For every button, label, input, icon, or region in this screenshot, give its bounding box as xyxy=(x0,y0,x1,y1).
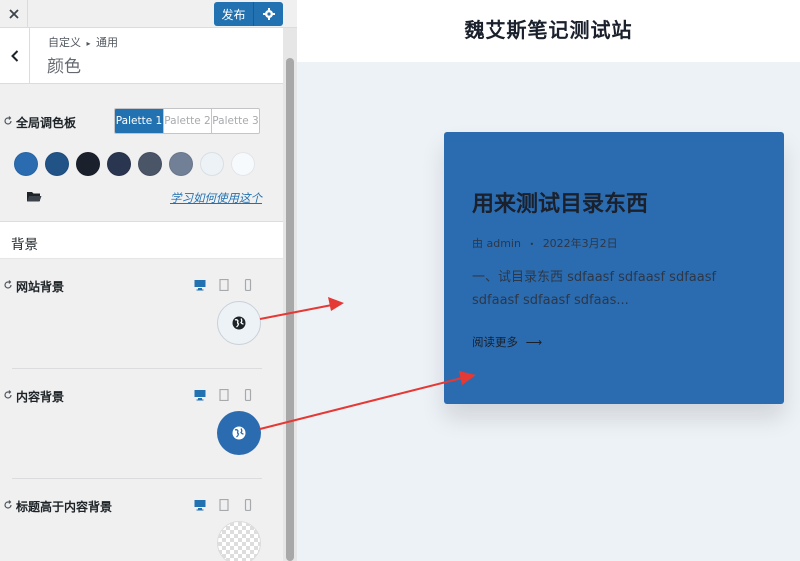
reset-icon[interactable] xyxy=(3,500,13,510)
scrollbar-thumb[interactable] xyxy=(286,58,294,561)
post-excerpt: 一、试目录东西 sdfaasf sdfaasf sdfaasf sdfaasf … xyxy=(472,270,717,308)
publish-group: 发布 xyxy=(214,2,283,26)
sidebar-scrollbar[interactable] xyxy=(283,28,297,561)
breadcrumb-separator: ▸ xyxy=(86,39,91,48)
palette-tab-1[interactable]: Palette 1 xyxy=(115,109,163,133)
section-title: 颜色 xyxy=(47,57,81,77)
palette-tabs: Palette 1 Palette 2 Palette 3 xyxy=(114,108,260,134)
swatch-2[interactable] xyxy=(45,152,69,176)
content-background-label: 内容背景 xyxy=(16,390,65,404)
breadcrumb-child: 通用 xyxy=(96,36,119,49)
desktop-icon[interactable] xyxy=(194,389,206,401)
back-button[interactable] xyxy=(0,28,30,84)
tablet-icon[interactable] xyxy=(218,279,230,291)
breadcrumb-parent: 自定义 xyxy=(48,36,81,49)
post-card: 用来测试目录东西 由 admin • 2022年3月2日 一、试目录东西 sdf… xyxy=(444,132,784,404)
publish-button[interactable]: 发布 xyxy=(214,2,254,26)
site-title[interactable]: 魏艾斯笔记测试站 xyxy=(297,14,800,43)
swatch-3[interactable] xyxy=(76,152,100,176)
customizer-topbar: 发布 xyxy=(0,0,297,28)
tablet-icon[interactable] xyxy=(218,499,230,511)
post-date[interactable]: 2022年3月2日 xyxy=(543,237,618,250)
title-above-content-background-label: 标题高于内容背景 xyxy=(16,500,113,514)
globe-icon xyxy=(232,426,246,440)
background-group-header: 背景 xyxy=(0,221,283,259)
palette-tab-2[interactable]: Palette 2 xyxy=(163,109,211,133)
customizer-sidebar: 发布 自定义 ▸ 通用 颜色 全局调色板 Palette 1 Palette 2… xyxy=(0,0,297,561)
palette-swatches xyxy=(14,152,255,176)
breadcrumb: 自定义 ▸ 通用 xyxy=(48,34,118,50)
mobile-icon[interactable] xyxy=(242,499,254,511)
reset-icon[interactable] xyxy=(3,280,13,290)
divider xyxy=(12,368,262,369)
site-background-label: 网站背景 xyxy=(16,280,65,294)
swatch-7[interactable] xyxy=(200,152,224,176)
publish-settings-button[interactable] xyxy=(254,2,283,26)
mobile-icon[interactable] xyxy=(242,389,254,401)
swatch-8[interactable] xyxy=(231,152,255,176)
section-header: 自定义 ▸ 通用 颜色 xyxy=(0,28,283,84)
globe-icon xyxy=(232,316,246,330)
post-title[interactable]: 用来测试目录东西 xyxy=(472,186,648,218)
site-header: 魏艾斯笔记测试站 xyxy=(297,0,800,62)
gear-icon xyxy=(262,8,275,20)
learn-palette-link[interactable]: 学习如何使用这个 xyxy=(170,190,262,206)
site-background-picker[interactable] xyxy=(217,301,261,345)
site-preview: 魏艾斯笔记测试站 用来测试目录东西 由 admin • 2022年3月2日 一、… xyxy=(297,0,800,561)
swatch-4[interactable] xyxy=(107,152,131,176)
global-palette-label: 全局调色板 xyxy=(16,116,77,130)
mobile-icon[interactable] xyxy=(242,279,254,291)
swatch-6[interactable] xyxy=(169,152,193,176)
meta-separator: • xyxy=(529,239,535,249)
read-more-link[interactable]: 阅读更多 ⟶ xyxy=(472,334,542,350)
folder-icon[interactable] xyxy=(26,190,42,203)
post-author[interactable]: 由 admin xyxy=(472,237,521,250)
divider xyxy=(12,478,262,479)
arrow-right-icon: ⟶ xyxy=(525,335,543,349)
content-background-picker[interactable] xyxy=(217,411,261,455)
desktop-icon[interactable] xyxy=(194,499,206,511)
tablet-icon[interactable] xyxy=(218,389,230,401)
close-icon xyxy=(8,9,19,19)
post-meta: 由 admin • 2022年3月2日 xyxy=(472,235,618,251)
swatch-5[interactable] xyxy=(138,152,162,176)
close-customizer-button[interactable] xyxy=(0,0,28,28)
palette-tab-3[interactable]: Palette 3 xyxy=(211,109,259,133)
read-more-label: 阅读更多 xyxy=(472,335,518,349)
desktop-icon[interactable] xyxy=(194,279,206,291)
reset-icon[interactable] xyxy=(3,390,13,400)
title-above-content-background-picker[interactable] xyxy=(217,521,261,561)
reset-icon[interactable] xyxy=(3,116,13,126)
swatch-1[interactable] xyxy=(14,152,38,176)
chevron-left-icon xyxy=(10,50,18,62)
background-group-title: 背景 xyxy=(11,237,38,253)
